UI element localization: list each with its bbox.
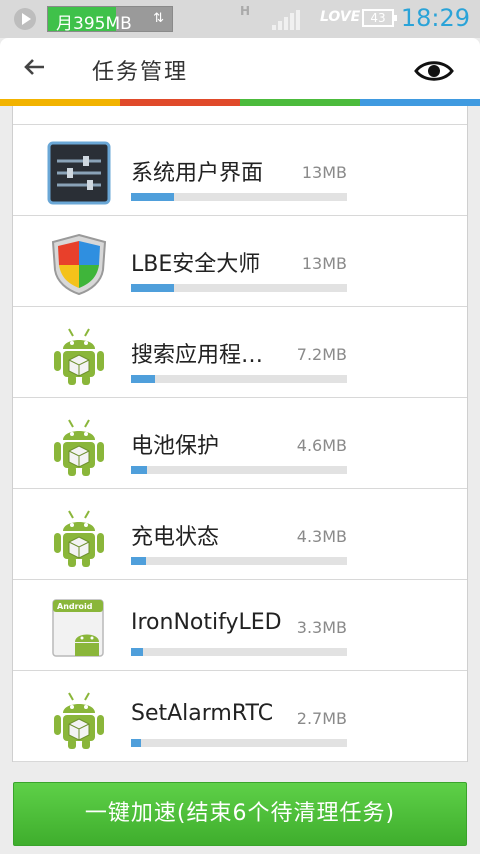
task-name: 搜索应用程… — [131, 343, 264, 368]
task-name: 电池保护 — [131, 434, 220, 459]
color-stripe — [0, 99, 480, 106]
task-row-charge-status[interactable]: 充电状态 4.3MB — [13, 489, 467, 580]
list-scroll-top — [13, 106, 467, 125]
one-key-boost-button[interactable]: 一键加速(结束6个待清理任务) — [13, 782, 467, 846]
task-row-iron-notify-led[interactable]: Android IronNotifyLED 3.3MB — [13, 580, 467, 671]
task-name: IronNotifyLED — [131, 610, 282, 635]
memory-usage-fill — [131, 375, 155, 383]
task-memory-size: 4.3MB — [296, 527, 347, 546]
memory-usage-fill — [131, 557, 147, 565]
memory-usage-fill — [131, 739, 141, 747]
task-memory-size: 2.7MB — [296, 709, 347, 728]
memory-usage-fill — [131, 284, 175, 292]
task-memory-size: 3.3MB — [296, 618, 347, 637]
memory-usage-bar — [131, 557, 347, 565]
memory-usage-bar — [131, 648, 347, 656]
battery-icon: 43 — [362, 9, 397, 27]
task-name: 系统用户界面 — [131, 161, 264, 186]
task-name: SetAlarmRTC — [131, 701, 274, 726]
memory-usage-bar — [131, 739, 347, 747]
memory-usage-fill — [131, 193, 175, 201]
task-memory-size: 4.6MB — [296, 436, 347, 455]
android-card-icon: Android — [47, 596, 111, 660]
task-list[interactable]: 系统用户界面 13MB LBE安全大师 13MB 搜索应用程… 7.2MB 电池… — [12, 106, 468, 762]
memory-usage-fill — [131, 648, 143, 656]
android-robot-icon — [47, 414, 111, 478]
task-memory-size: 13MB — [301, 163, 347, 182]
memory-label: 月395MB — [56, 14, 132, 34]
network-type-indicator: H — [240, 4, 251, 18]
memory-usage-bar — [131, 466, 347, 474]
view-toggle-button[interactable] — [414, 58, 454, 84]
color-stripe-green — [240, 99, 360, 106]
android-robot-icon — [47, 687, 111, 751]
carrier-label: LOVE — [320, 9, 361, 25]
back-button[interactable] — [22, 54, 48, 86]
android-card-label: Android — [57, 602, 93, 611]
task-row-battery-protect[interactable]: 电池保护 4.6MB — [13, 398, 467, 489]
app-header: 任务管理 — [0, 38, 480, 100]
signal-strength-icon — [272, 10, 300, 30]
task-row-set-alarm-rtc[interactable]: SetAlarmRTC 2.7MB — [13, 671, 467, 762]
android-robot-icon — [47, 323, 111, 387]
memory-indicator: 月395MB ⇅ — [47, 6, 173, 34]
page-title: 任务管理 — [92, 60, 189, 85]
task-row-system-ui[interactable]: 系统用户界面 13MB — [13, 125, 467, 216]
task-memory-size: 7.2MB — [296, 345, 347, 364]
status-bar: 月395MB ⇅ H LOVE 43 18:29 — [0, 0, 480, 38]
android-robot-icon — [47, 505, 111, 569]
task-name: 充电状态 — [131, 525, 220, 550]
transfer-arrows-icon: ⇅ — [153, 11, 164, 26]
play-icon — [14, 8, 36, 30]
clock: 18:29 — [400, 4, 470, 32]
color-stripe-red — [120, 99, 240, 106]
memory-usage-bar — [131, 375, 347, 383]
color-stripe-yellow — [0, 99, 120, 106]
memory-usage-bar — [131, 284, 347, 292]
eye-icon — [414, 61, 454, 81]
arrow-left-icon — [24, 59, 44, 75]
task-row-search-app[interactable]: 搜索应用程… 7.2MB — [13, 307, 467, 398]
memory-usage-bar — [131, 193, 347, 201]
battery-level: 43 — [370, 11, 386, 25]
task-name: LBE安全大师 — [131, 252, 261, 277]
task-row-lbe[interactable]: LBE安全大师 13MB — [13, 216, 467, 307]
color-stripe-blue — [360, 99, 480, 106]
lbe-shield-icon — [47, 232, 111, 296]
task-memory-size: 13MB — [301, 254, 347, 273]
memory-usage-fill — [131, 466, 148, 474]
system-ui-sliders-icon — [47, 141, 111, 205]
